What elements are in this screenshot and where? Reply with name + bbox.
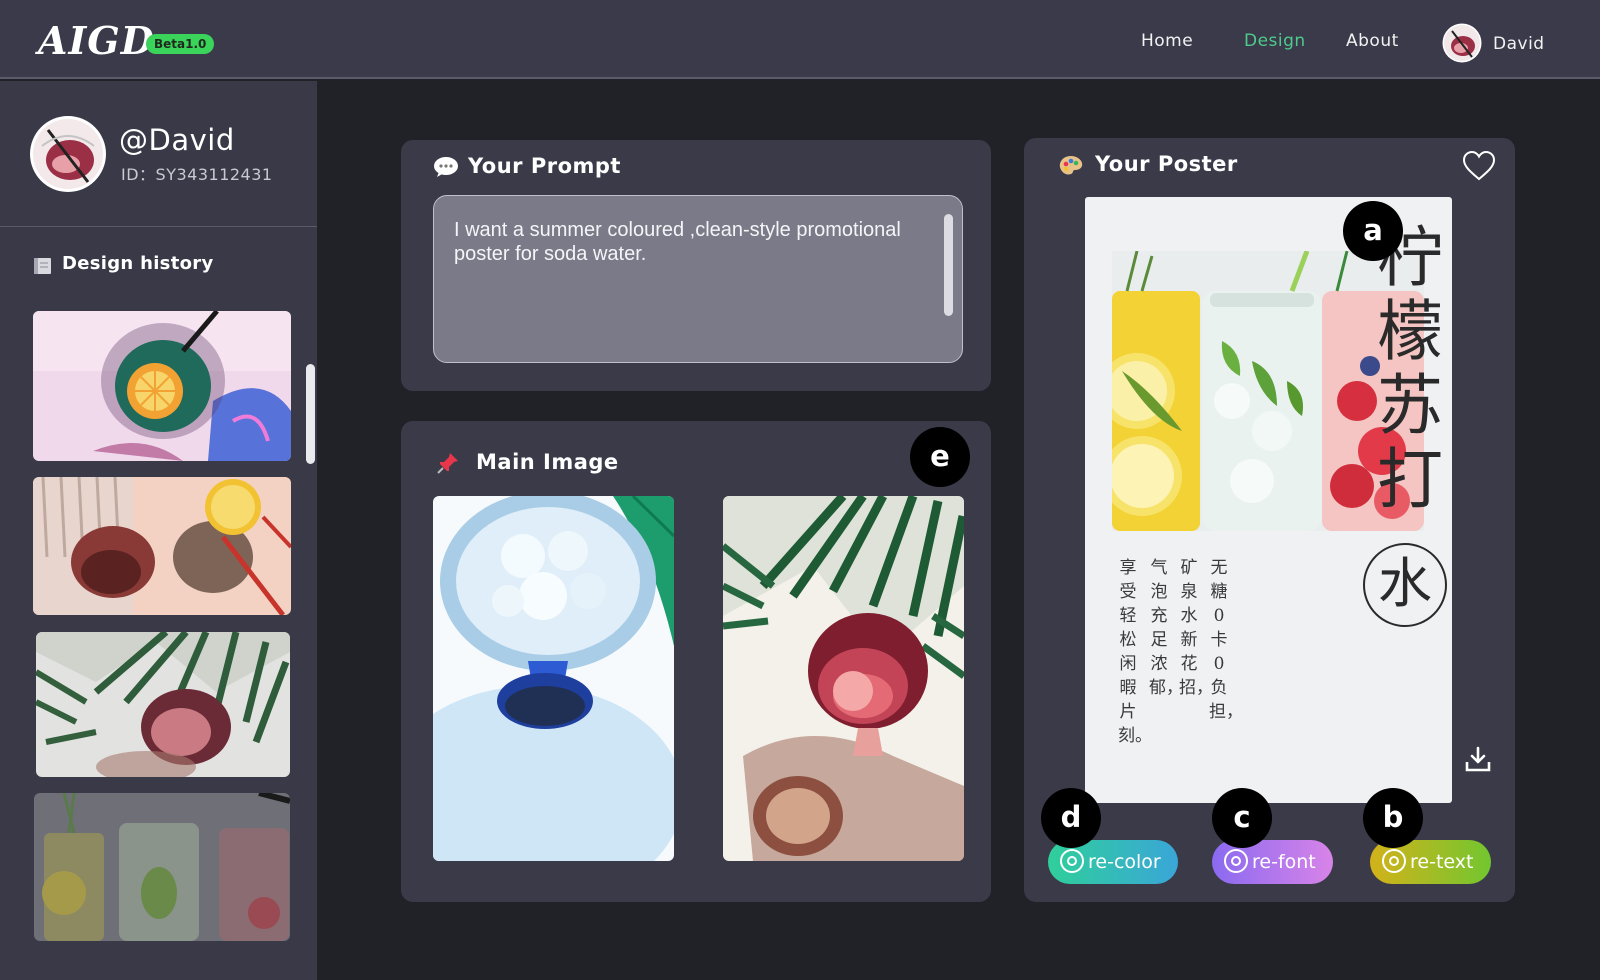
pushpin-icon	[437, 453, 458, 474]
history-thumbnail[interactable]	[34, 793, 290, 941]
main-image-option-2[interactable]	[723, 496, 964, 861]
header-username[interactable]: David	[1493, 34, 1545, 54]
prompt-card: Your Prompt I want a summer coloured ,cl…	[401, 140, 991, 391]
download-icon[interactable]	[1464, 745, 1492, 773]
refont-label: re-font	[1252, 851, 1316, 873]
target-icon	[1060, 849, 1084, 873]
heart-icon[interactable]	[1462, 150, 1496, 182]
user-avatar[interactable]	[1442, 23, 1482, 63]
marker-b: b	[1363, 788, 1423, 848]
target-icon	[1224, 849, 1248, 873]
prompt-scrollbar[interactable]	[944, 214, 953, 316]
poster-body-column: 无糖0卡0负担，	[1209, 558, 1243, 722]
sidebar: @David ID：SY343112431 Design history	[0, 81, 317, 980]
marker-a: a	[1343, 201, 1403, 261]
prompt-title: Your Prompt	[468, 154, 621, 178]
nav-about-link[interactable]: About	[1346, 31, 1399, 51]
poster-body-column: 享受轻松闲暇片刻。	[1118, 558, 1152, 746]
prompt-text[interactable]: I want a summer coloured ,clean-style pr…	[454, 218, 934, 266]
profile-username: @David	[119, 123, 235, 157]
palette-icon	[1059, 156, 1083, 175]
poster-headline-char: 苏	[1377, 367, 1443, 444]
poster-headline: 柠 檬 苏 打	[1371, 221, 1449, 517]
poster-headline-char: 打	[1377, 441, 1443, 518]
target-icon	[1382, 849, 1406, 873]
main-image-title: Main Image	[476, 450, 619, 474]
refont-button[interactable]: re-font	[1212, 840, 1333, 884]
recolor-label: re-color	[1088, 851, 1161, 873]
profile-user-id: ID：SY343112431	[121, 165, 273, 184]
prompt-textarea[interactable]: I want a summer coloured ,clean-style pr…	[433, 195, 963, 363]
generated-poster[interactable]: 柠 檬 苏 打 水 无糖0卡0负担， 矿泉水新花招， 气泡充足浓郁， 享受轻松闲…	[1085, 197, 1452, 803]
poster-card: Your Poster 柠 檬 苏 打 水 无糖0卡0负担， 矿泉水新花招， 气…	[1024, 138, 1515, 902]
poster-ring-char: 水	[1363, 543, 1447, 627]
design-history-title: Design history	[62, 253, 214, 274]
profile-avatar[interactable]	[30, 116, 106, 192]
marker-c: c	[1212, 788, 1272, 848]
main-image-card: Main Image	[401, 421, 991, 902]
speech-bubble-icon	[434, 157, 458, 177]
poster-title: Your Poster	[1095, 152, 1238, 176]
main-image-option-1[interactable]	[433, 496, 674, 861]
history-thumbnail[interactable]	[36, 632, 290, 777]
history-thumbnail[interactable]	[33, 477, 291, 615]
sidebar-divider	[0, 226, 317, 227]
notebook-icon	[34, 258, 51, 274]
poster-body-column: 气泡充足浓郁，	[1149, 558, 1183, 698]
top-nav-bar: AIGD Beta1.0 Home Design About David	[0, 0, 1600, 79]
poster-headline-char: 檬	[1377, 293, 1443, 370]
sidebar-scrollbar[interactable]	[306, 364, 315, 464]
beta-badge: Beta1.0	[146, 34, 215, 54]
nav-home-link[interactable]: Home	[1141, 31, 1193, 51]
history-thumbnail[interactable]	[33, 311, 291, 461]
retext-label: re-text	[1410, 851, 1474, 873]
marker-d: d	[1041, 788, 1101, 848]
app-logo[interactable]: AIGD	[38, 18, 155, 63]
nav-design-link[interactable]: Design	[1244, 31, 1306, 51]
marker-e: e	[910, 427, 970, 487]
